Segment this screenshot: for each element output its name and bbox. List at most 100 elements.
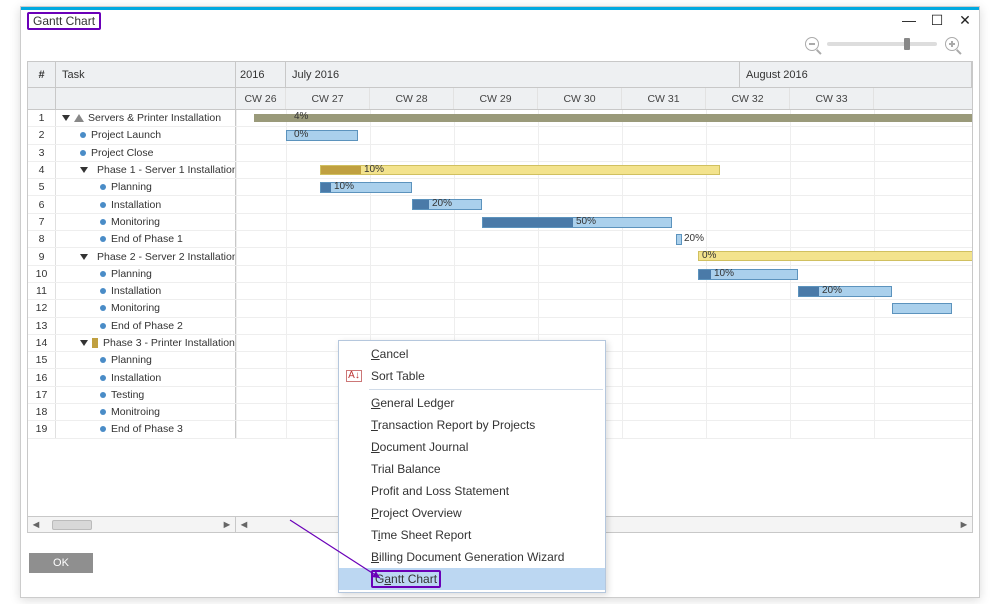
task-bullet-icon: [100, 357, 106, 363]
task-cell[interactable]: Installation: [56, 283, 236, 299]
task-scroll-track[interactable]: [44, 518, 219, 532]
grid-row[interactable]: 1Servers & Printer Installation4%: [28, 110, 972, 127]
gantt-bar[interactable]: 0%: [698, 251, 972, 261]
menu-item[interactable]: A↓Sort Table: [339, 365, 605, 387]
menu-item[interactable]: Transaction Report by Projects: [339, 414, 605, 436]
gantt-bar[interactable]: 10%: [698, 269, 798, 280]
expand-toggle-icon[interactable]: [62, 115, 70, 121]
grid-row[interactable]: 8End of Phase 120%: [28, 231, 972, 248]
grid-row[interactable]: 6Installation20%: [28, 196, 972, 213]
menu-item-label: Transaction Report by Projects: [371, 418, 535, 432]
menu-item[interactable]: Document Journal: [339, 436, 605, 458]
task-cell[interactable]: Project Launch: [56, 127, 236, 143]
month-header: July 2016: [286, 62, 740, 87]
scroll-right-button[interactable]: ►: [956, 518, 972, 532]
task-cell[interactable]: Installation: [56, 196, 236, 212]
menu-item[interactable]: Project Overview: [339, 502, 605, 524]
task-name: Servers & Printer Installation: [88, 112, 221, 124]
menu-item[interactable]: Cancel: [339, 343, 605, 365]
task-cell[interactable]: End of Phase 3: [56, 421, 236, 437]
task-name: Project Close: [91, 147, 153, 159]
row-number: 16: [28, 369, 56, 385]
maximize-button[interactable]: ☐: [929, 12, 945, 29]
task-cell[interactable]: Testing: [56, 387, 236, 403]
gantt-bar[interactable]: 10%: [320, 182, 412, 193]
row-number: 18: [28, 404, 56, 420]
gantt-bar[interactable]: [892, 303, 952, 314]
grid-row[interactable]: 2Project Launch0%: [28, 127, 972, 144]
menu-item-label: Billing Document Generation Wizard: [371, 550, 564, 564]
task-cell[interactable]: Planning: [56, 266, 236, 282]
row-number: 9: [28, 248, 56, 264]
expand-toggle-icon[interactable]: [80, 254, 88, 260]
gantt-bar[interactable]: 20%: [676, 234, 682, 245]
menu-item[interactable]: Trial Balance: [339, 458, 605, 480]
task-cell[interactable]: Phase 1 - Server 1 Installation: [56, 162, 236, 178]
chart-cell: 10%: [236, 266, 972, 282]
zoom-out-icon[interactable]: [805, 37, 819, 51]
grid-row[interactable]: 5Planning 10%: [28, 179, 972, 196]
row-number: 5: [28, 179, 56, 195]
spacer: [28, 88, 56, 109]
menu-icon-slot: [341, 414, 367, 436]
task-cell[interactable]: Planning: [56, 352, 236, 368]
gantt-bar[interactable]: 20%: [798, 286, 892, 297]
gantt-bar[interactable]: 10%: [320, 165, 720, 175]
zoom-in-icon[interactable]: [945, 37, 959, 51]
task-cell[interactable]: Planning: [56, 179, 236, 195]
gantt-bar[interactable]: 4%: [254, 114, 972, 122]
task-cell[interactable]: Phase 3 - Printer Installation: [56, 335, 236, 351]
scroll-left-button[interactable]: ◄: [28, 518, 44, 532]
task-cell[interactable]: Monitroing: [56, 404, 236, 420]
menu-item-label: Gantt Chart: [375, 572, 437, 586]
week-header: CW 29: [454, 88, 538, 109]
task-cell[interactable]: Monitoring: [56, 300, 236, 316]
minimize-button[interactable]: —: [901, 12, 917, 29]
summary-icon: [74, 114, 84, 122]
menu-item[interactable]: Time Sheet Report: [339, 524, 605, 546]
menu-icon-slot: [341, 392, 367, 414]
zoom-controls: [21, 31, 979, 57]
grid-row[interactable]: 11Installation20%: [28, 283, 972, 300]
expand-toggle-icon[interactable]: [80, 340, 88, 346]
gantt-bar[interactable]: 0%: [286, 130, 358, 141]
ok-button[interactable]: OK: [29, 553, 93, 573]
menu-item[interactable]: General Ledger: [339, 392, 605, 414]
task-bullet-icon: [100, 288, 106, 294]
gantt-bar[interactable]: 20%: [412, 199, 482, 210]
scroll-thumb[interactable]: [52, 520, 92, 530]
chart-cell: 20%: [236, 196, 972, 212]
column-header-task[interactable]: Task: [56, 62, 236, 87]
menu-item[interactable]: Gantt Chart: [339, 568, 605, 590]
spacer: [56, 88, 236, 109]
menu-item[interactable]: Billing Document Generation Wizard: [339, 546, 605, 568]
task-cell[interactable]: Phase 2 - Server 2 Installation: [56, 248, 236, 264]
close-button[interactable]: ✕: [957, 12, 973, 29]
zoom-thumb[interactable]: [904, 38, 910, 50]
grid-row[interactable]: 3 Project Close: [28, 145, 972, 162]
zoom-slider[interactable]: [827, 42, 937, 46]
column-header-number[interactable]: #: [28, 62, 56, 87]
grid-row[interactable]: 7Monitoring50%: [28, 214, 972, 231]
task-cell[interactable]: Servers & Printer Installation: [56, 110, 236, 126]
task-bullet-icon: [100, 426, 106, 432]
scroll-right-button[interactable]: ►: [219, 518, 235, 532]
grid-row[interactable]: 9Phase 2 - Server 2 Installation 0%: [28, 248, 972, 265]
menu-item[interactable]: Profit and Loss Statement: [339, 480, 605, 502]
task-cell[interactable]: Installation: [56, 369, 236, 385]
gantt-bar[interactable]: 50%: [482, 217, 672, 228]
row-number: 17: [28, 387, 56, 403]
task-cell[interactable]: End of Phase 2: [56, 318, 236, 334]
grid-row[interactable]: 12Monitoring: [28, 300, 972, 317]
grid-row[interactable]: 13End of Phase 2: [28, 318, 972, 335]
task-cell[interactable]: Monitoring: [56, 214, 236, 230]
task-cell[interactable]: Project Close: [56, 145, 236, 161]
week-header: CW 33: [790, 88, 874, 109]
expand-toggle-icon[interactable]: [80, 167, 88, 173]
row-number: 3: [28, 145, 56, 161]
task-name: End of Phase 1: [111, 233, 183, 245]
scroll-left-button[interactable]: ◄: [236, 518, 252, 532]
grid-row[interactable]: 4Phase 1 - Server 1 Installation10%: [28, 162, 972, 179]
grid-row[interactable]: 10Planning10%: [28, 266, 972, 283]
task-cell[interactable]: End of Phase 1: [56, 231, 236, 247]
